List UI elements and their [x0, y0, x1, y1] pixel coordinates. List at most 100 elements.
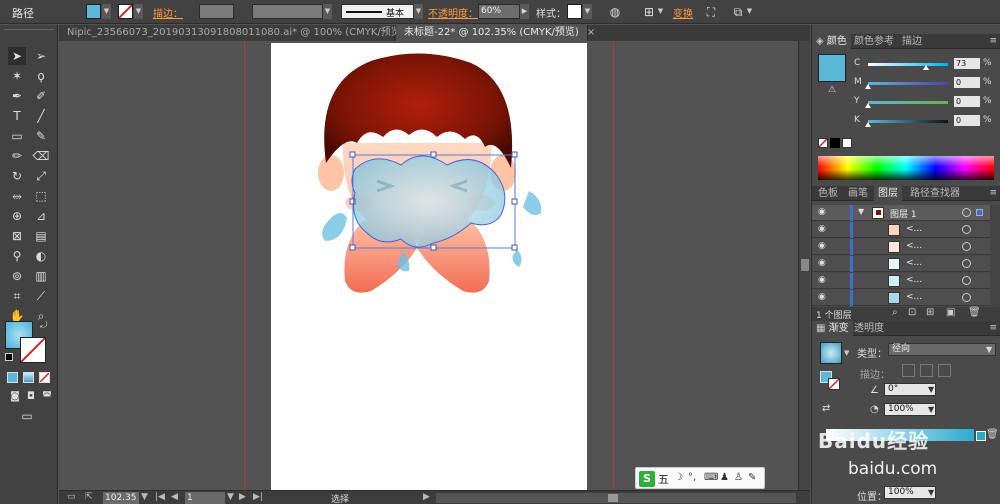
- target-icon[interactable]: [962, 259, 971, 268]
- slice-tool-icon[interactable]: ⟋: [32, 287, 50, 305]
- page-dropdown-icon[interactable]: ▼: [227, 492, 234, 502]
- layer-row[interactable]: ◉ <...: [812, 273, 990, 289]
- sublayer-name[interactable]: <...: [906, 275, 922, 285]
- paintbrush-tool-icon[interactable]: ✎: [32, 127, 50, 145]
- black-value[interactable]: 0: [954, 115, 980, 126]
- pen-tool-icon[interactable]: ✒: [8, 87, 26, 105]
- layer-row[interactable]: ◉ <...: [812, 239, 990, 255]
- screen-mode-icon[interactable]: ▭: [18, 407, 36, 425]
- sublayer-name[interactable]: <...: [906, 241, 922, 251]
- cyan-track[interactable]: [868, 63, 948, 66]
- black-track[interactable]: [868, 120, 948, 123]
- selection-tool-icon[interactable]: ➤: [8, 47, 26, 65]
- cyan-slider[interactable]: C 73 %: [854, 58, 999, 70]
- layer-row-main[interactable]: ◉ ▼ 图层 1: [812, 205, 990, 221]
- layers-scrollbar[interactable]: [990, 205, 1000, 307]
- panel-menu-icon[interactable]: ≡: [989, 188, 997, 198]
- blend-tool-icon[interactable]: ◐: [32, 247, 50, 265]
- gradient-mode-icon[interactable]: [23, 372, 34, 383]
- new-sublayer-icon[interactable]: ⊞: [926, 307, 934, 318]
- variable-width-field[interactable]: [252, 4, 323, 19]
- gradient-tool-icon[interactable]: ▤: [32, 227, 50, 245]
- tab-brushes[interactable]: 画笔: [844, 186, 872, 201]
- isolate-icon[interactable]: ⛶: [703, 4, 719, 20]
- brush-dropdown-icon[interactable]: ▼: [414, 4, 423, 19]
- clipping-mask-icon[interactable]: ⊡: [908, 307, 916, 318]
- magenta-track[interactable]: [868, 82, 948, 85]
- close-icon[interactable]: ×: [587, 27, 595, 38]
- stroke-color-icon[interactable]: [20, 337, 46, 363]
- horizontal-scroll-thumb[interactable]: [608, 494, 618, 502]
- sublayer-name[interactable]: <...: [906, 258, 922, 268]
- opacity-field[interactable]: 60%: [478, 4, 520, 19]
- magenta-value[interactable]: 0: [954, 77, 980, 88]
- gradient-type-select[interactable]: 径向: [888, 343, 996, 356]
- perspective-grid-tool-icon[interactable]: ⊿: [32, 207, 50, 225]
- ime-toolbar[interactable]: S 五 ☽ °, ⌨ ♟ ♙ ✎: [635, 467, 765, 489]
- magenta-knob[interactable]: [865, 84, 871, 89]
- keyboard-icon[interactable]: ⌨: [704, 472, 718, 483]
- gradient-preview-swatch[interactable]: [820, 342, 842, 364]
- prev-page-icon[interactable]: ◀: [171, 492, 178, 502]
- target-icon[interactable]: [962, 208, 971, 217]
- target-icon[interactable]: [962, 293, 971, 302]
- stroke-link[interactable]: 描边：: [153, 5, 183, 20]
- eye-icon[interactable]: ◉: [818, 292, 826, 302]
- out-of-gamut-icon[interactable]: ⚠: [828, 85, 836, 95]
- target-icon[interactable]: [962, 242, 971, 251]
- eye-icon[interactable]: ◉: [818, 258, 826, 268]
- opacity-arrow-icon[interactable]: ▶: [520, 4, 529, 19]
- draw-inside-icon[interactable]: ◚: [38, 388, 56, 406]
- layer-name[interactable]: 图层 1: [890, 207, 917, 220]
- canvas-area[interactable]: S 五 ☽ °, ⌨ ♟ ♙ ✎: [59, 41, 798, 490]
- reverse-gradient-icon[interactable]: ⇄: [822, 403, 830, 414]
- none-color-chip[interactable]: [818, 138, 828, 148]
- tab-stroke[interactable]: 描边: [898, 34, 926, 49]
- tab-transparency[interactable]: 透明度: [850, 321, 888, 336]
- delete-stop-icon[interactable]: 🗑: [986, 429, 999, 440]
- target-icon[interactable]: [962, 225, 971, 234]
- eye-icon[interactable]: ◉: [818, 207, 826, 217]
- scale-tool-icon[interactable]: ⤢: [32, 167, 50, 185]
- toolbar-grip[interactable]: [4, 29, 54, 37]
- stroke-along-icon[interactable]: [920, 364, 933, 377]
- eye-icon[interactable]: ◉: [818, 241, 826, 251]
- stroke-within-icon[interactable]: [902, 364, 915, 377]
- last-page-icon[interactable]: ▶|: [253, 492, 263, 502]
- arrange-dropdown-icon[interactable]: ▼: [745, 4, 754, 19]
- stroke-across-icon[interactable]: [938, 364, 951, 377]
- target-icon[interactable]: [962, 276, 971, 285]
- sublayer-name[interactable]: <...: [906, 224, 922, 234]
- skin-icon[interactable]: ♟: [720, 472, 729, 483]
- style-dropdown-icon[interactable]: ▼: [583, 4, 592, 19]
- selection-indicator[interactable]: [976, 209, 983, 216]
- yellow-value[interactable]: 0: [954, 96, 980, 107]
- black-color-chip[interactable]: [830, 138, 840, 148]
- panel-menu-icon[interactable]: ≡: [989, 323, 997, 333]
- layer-row[interactable]: ◉ <...: [812, 256, 990, 272]
- eraser-tool-icon[interactable]: ⌫: [32, 147, 50, 165]
- stroke-dropdown-icon[interactable]: ▼: [134, 4, 143, 19]
- brush-definition-field[interactable]: 基本: [341, 4, 414, 19]
- rectangle-tool-icon[interactable]: ▭: [8, 127, 26, 145]
- zoom-field[interactable]: 102.35: [103, 492, 139, 504]
- pencil-tool-icon[interactable]: ✏: [8, 147, 26, 165]
- arrange-icon[interactable]: ⧉: [730, 4, 746, 20]
- artboard-tool-icon[interactable]: ⌗: [8, 287, 26, 305]
- fill-swatch[interactable]: [86, 4, 101, 19]
- tab-pathfinder[interactable]: 路径查找器: [906, 186, 964, 201]
- aspect-dropdown-icon[interactable]: ▼: [928, 405, 934, 414]
- sublayer-name[interactable]: <...: [906, 292, 922, 302]
- yellow-slider[interactable]: Y 0 %: [854, 96, 999, 108]
- shape-builder-tool-icon[interactable]: ⊕: [8, 207, 26, 225]
- color-spectrum[interactable]: [818, 156, 994, 180]
- tab-nipic-document[interactable]: Nipic_23566073_20190313091808011080.ai* …: [59, 25, 421, 41]
- default-colors-icon[interactable]: [5, 353, 13, 361]
- color-mode-icon[interactable]: [7, 372, 18, 383]
- artboard[interactable]: [271, 43, 587, 490]
- free-transform-tool-icon[interactable]: ⬚: [32, 187, 50, 205]
- column-graph-tool-icon[interactable]: ▥: [32, 267, 50, 285]
- tab-color-guide[interactable]: 颜色参考: [850, 34, 898, 49]
- tab-layers[interactable]: 图层: [874, 186, 902, 201]
- lasso-tool-icon[interactable]: ϙ: [32, 67, 50, 85]
